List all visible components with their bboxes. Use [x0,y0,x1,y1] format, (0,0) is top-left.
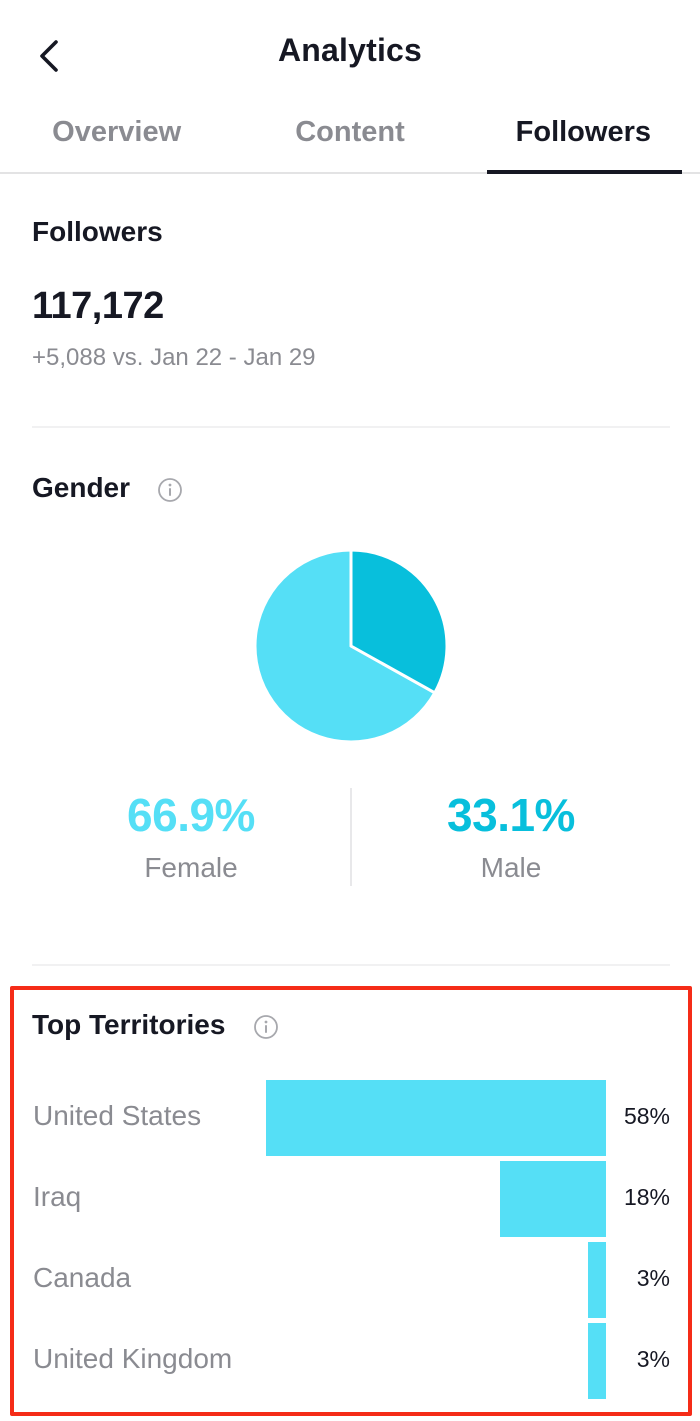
analytics-screen: Analytics Overview Content Followers Fol… [0,0,700,1421]
territory-row: United Kingdom 3% [0,1323,700,1401]
followers-count: 117,172 [32,285,164,327]
top-nav: Analytics [0,0,700,108]
tab-followers[interactable]: Followers [467,108,700,174]
female-stat: 66.9% Female [31,788,351,884]
territory-bar [266,1080,606,1156]
territory-bar [588,1323,606,1399]
territory-row: United States 58% [0,1080,700,1158]
tab-overview[interactable]: Overview [0,108,233,172]
territory-row: Iraq 18% [0,1161,700,1239]
territory-bar [588,1242,606,1318]
followers-change: +5,088 vs. Jan 22 - Jan 29 [32,344,316,371]
male-stat: 33.1% Male [351,788,671,884]
territories-section-title: Top Territories [32,1009,226,1040]
male-percent: 33.1% [447,789,575,841]
territory-bar [500,1161,606,1237]
territory-row: Canada 3% [0,1242,700,1320]
divider [32,426,670,428]
female-label: Female [144,852,238,883]
gender-section-title: Gender [32,472,131,503]
territory-percent: 18% [623,1184,670,1210]
tab-content[interactable]: Content [233,108,466,172]
tab-bar: Overview Content Followers [0,108,700,174]
territory-percent: 58% [623,1103,670,1129]
male-label: Male [480,852,542,883]
info-icon[interactable] [253,1014,279,1040]
territory-name: Iraq [33,1181,82,1212]
territory-name: United Kingdom [33,1343,233,1374]
info-icon[interactable] [157,477,183,503]
divider [32,964,670,966]
page-title: Analytics [277,32,423,68]
gender-pie-chart [253,548,449,744]
followers-section-title: Followers [32,216,163,247]
territory-name: United States [33,1100,202,1131]
territory-percent: 3% [636,1346,670,1372]
territory-name: Canada [33,1262,132,1293]
territory-percent: 3% [636,1265,670,1291]
female-percent: 66.9% [127,789,255,841]
